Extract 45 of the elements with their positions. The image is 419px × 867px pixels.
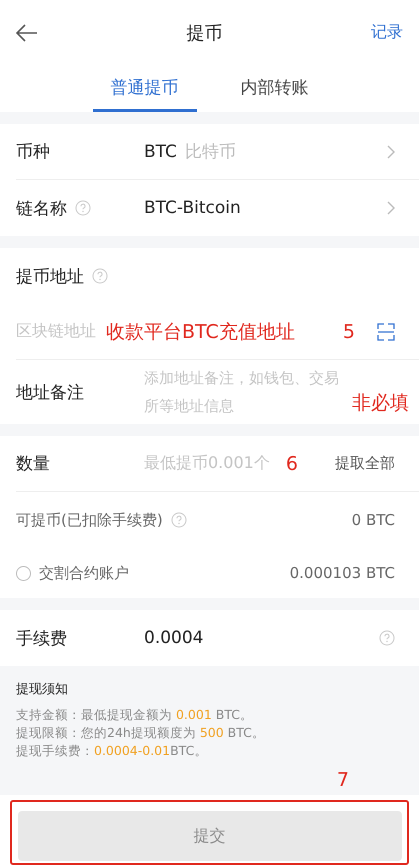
notice-title: 提现须知: [16, 681, 69, 698]
step-number: 7: [336, 769, 349, 791]
available-value: 0 BTC: [352, 511, 395, 529]
notice-text: 提现限额：您的24h提现额度为: [16, 725, 197, 740]
withdraw-all-button[interactable]: 提取全部: [335, 454, 395, 473]
chevron-right-icon: [387, 144, 395, 158]
chevron-right-icon: [387, 201, 395, 215]
notice-text: BTC。: [170, 743, 208, 758]
highlighted-value: 500: [200, 725, 224, 740]
currency-row[interactable]: 币种 BTC 比特币: [16, 124, 419, 180]
highlighted-value: 0.0004-0.01: [94, 743, 170, 758]
field-label: 提币地址: [16, 266, 84, 288]
help-icon[interactable]: [92, 268, 108, 284]
chain-value: BTC-Bitcoin: [144, 198, 241, 218]
field-label: 币种: [16, 141, 50, 163]
notice-text: 支持金额：最低提现金额为: [16, 707, 173, 722]
help-icon[interactable]: [75, 200, 91, 216]
currency-value: BTC: [144, 142, 177, 162]
step-number: 5: [342, 320, 355, 342]
back-arrow-icon[interactable]: [16, 24, 38, 42]
notice-text: BTC。: [214, 707, 253, 722]
records-link[interactable]: 记录: [371, 22, 403, 43]
field-label: 地址备注: [16, 382, 84, 404]
chain-row[interactable]: 链名称 BTC-Bitcoin: [16, 180, 419, 236]
page-title: 提币: [186, 22, 222, 44]
radio-button[interactable]: [16, 566, 31, 580]
account-balance: 0.000103 BTC: [290, 564, 395, 582]
available-label: 可提币(已扣除手续费): [16, 510, 163, 530]
fee-value: 0.0004: [144, 628, 204, 648]
tab[interactable]: 普通提币: [92, 65, 196, 112]
scan-icon[interactable]: [377, 322, 395, 340]
annotation-text: 非必填: [352, 391, 409, 416]
help-icon[interactable]: [170, 512, 187, 528]
step-number: 6: [286, 452, 298, 474]
annotation-text: 收款平台BTC充值地址: [106, 320, 295, 344]
account-label: 交割合约账户: [39, 564, 129, 582]
field-label: 链名称: [16, 198, 67, 220]
field-label: 手续费: [16, 628, 67, 650]
notice-text: 提现手续费：: [16, 743, 94, 758]
highlighted-value: 0.001: [176, 707, 212, 722]
notice-text: BTC。: [226, 725, 265, 740]
tab[interactable]: 内部转账: [222, 65, 326, 112]
currency-name: 比特币: [184, 141, 236, 163]
help-icon[interactable]: [379, 630, 395, 646]
field-label: 数量: [16, 453, 50, 475]
